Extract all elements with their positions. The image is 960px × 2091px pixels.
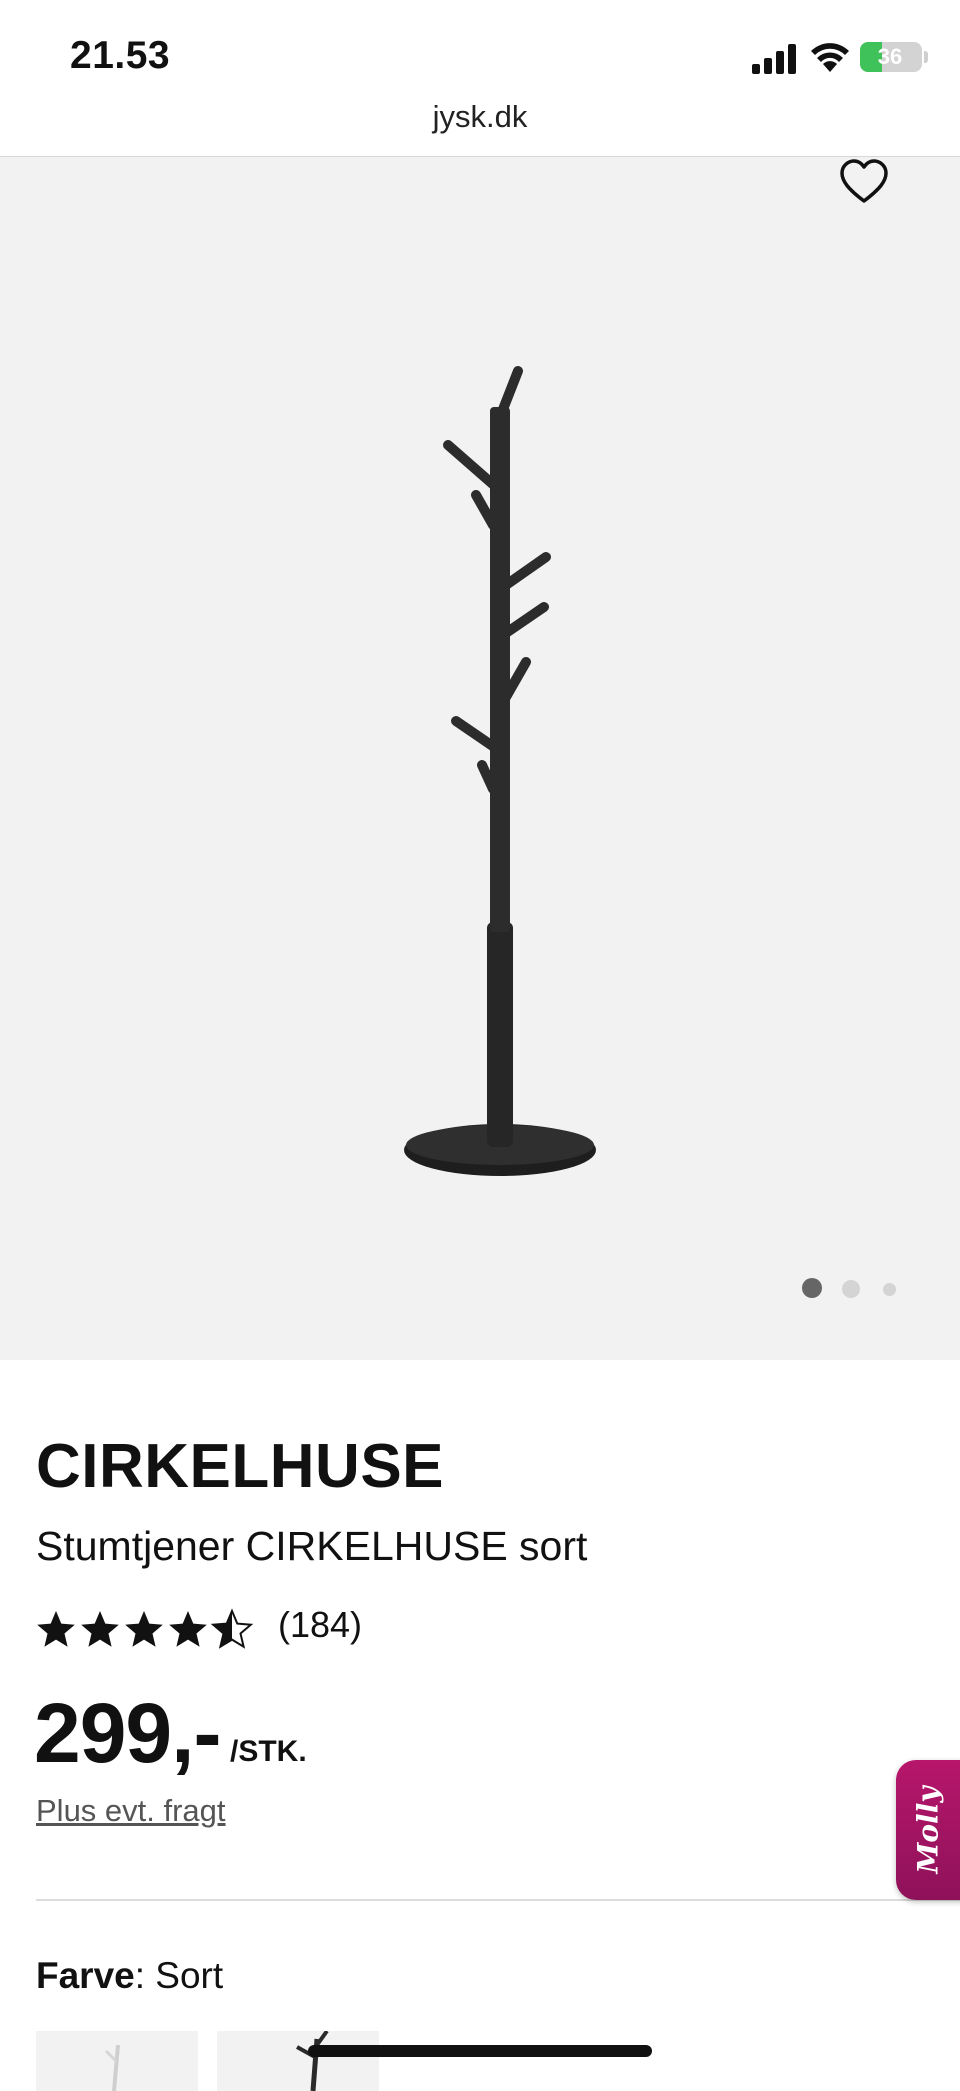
price-unit: /STK. [230, 1735, 307, 1768]
star-icon [169, 1611, 207, 1647]
product-brand-title: CIRKELHUSE [36, 1432, 445, 1501]
product-image-gallery[interactable] [0, 157, 960, 1360]
color-selection-label: Farve: Sort [36, 1955, 223, 1997]
product-name: Stumtjener CIRKELHUSE sort [36, 1523, 588, 1569]
wifi-icon [811, 43, 849, 72]
product-photo-coat-stand [404, 366, 596, 1176]
rating-stars[interactable] [36, 1607, 256, 1651]
pagination-dot[interactable] [842, 1280, 860, 1298]
pagination-dot-active[interactable] [802, 1278, 822, 1298]
status-time: 21.53 [70, 34, 171, 77]
price: 299,- [34, 1686, 221, 1780]
home-indicator[interactable] [308, 2045, 652, 2057]
star-icon [125, 1611, 163, 1647]
battery-charging-icon: 36 [860, 42, 922, 72]
color-separator: : [134, 1955, 156, 1996]
section-divider [36, 1899, 960, 1901]
color-swatch-option[interactable] [36, 2031, 198, 2091]
star-half-icon [212, 1610, 252, 1648]
battery-cap [924, 51, 928, 63]
gallery-pagination[interactable] [800, 1277, 910, 1299]
star-icon [37, 1611, 75, 1647]
chat-assistant-label: Molly [911, 1786, 945, 1874]
pagination-dot[interactable] [883, 1283, 896, 1296]
status-bar: 21.53 36 jysk.dk [0, 0, 960, 134]
color-value: Sort [155, 1955, 224, 1996]
color-swatch-option-selected[interactable] [217, 2031, 379, 2091]
address-bar-url[interactable]: jysk.dk [0, 99, 960, 135]
heart-outline-icon[interactable] [838, 157, 890, 209]
star-icon [81, 1611, 119, 1647]
battery-percentage: 36 [877, 44, 903, 69]
rating-count[interactable]: (184) [278, 1604, 362, 1646]
freight-link[interactable]: Plus evt. fragt [36, 1793, 226, 1829]
color-key: Farve [36, 1955, 135, 1996]
signal-icon [752, 44, 796, 74]
swatch-thumbnail [104, 2044, 120, 2091]
chat-assistant-button[interactable]: Molly [896, 1760, 960, 1900]
swatch-thumbnail [296, 2031, 329, 2091]
